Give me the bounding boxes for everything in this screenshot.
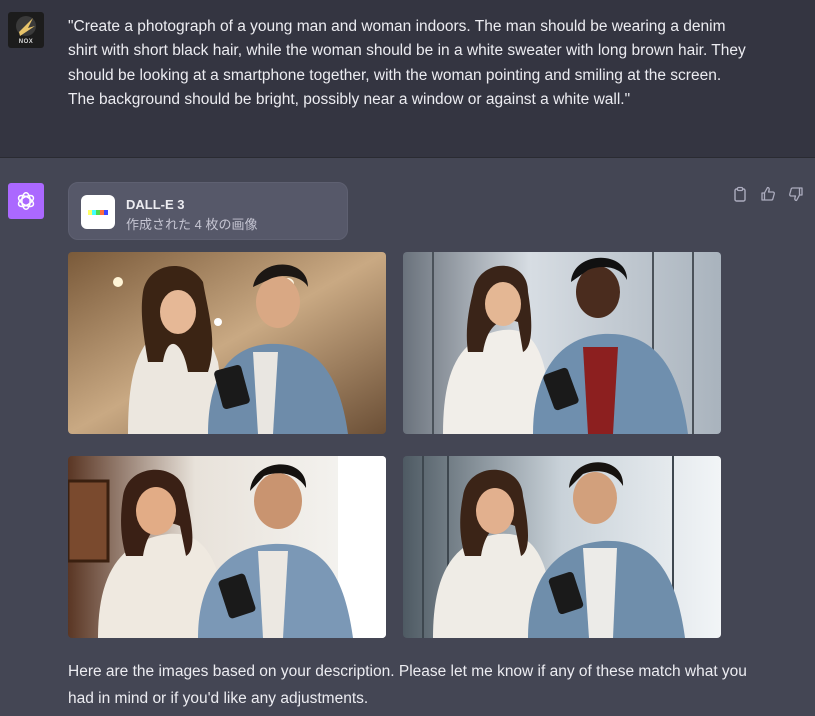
thumbs-up-icon[interactable] xyxy=(759,185,777,203)
user-avatar: NOX xyxy=(8,12,44,48)
dalle-logo-icon xyxy=(81,195,115,229)
assistant-avatar xyxy=(8,183,44,219)
message-actions xyxy=(731,185,805,203)
generated-image-4[interactable] xyxy=(403,456,721,638)
user-avatar-label: NOX xyxy=(18,39,34,45)
dalle-tool-card[interactable]: DALL-E 3 作成された 4 枚の画像 xyxy=(68,182,348,240)
user-message-text: "Create a photograph of a young man and … xyxy=(68,18,746,109)
generated-image-1[interactable] xyxy=(68,252,386,434)
tool-subtitle: 作成された 4 枚の画像 xyxy=(126,217,258,232)
assistant-reply-text: Here are the images based on your descri… xyxy=(68,663,747,707)
clipboard-icon[interactable] xyxy=(731,185,749,203)
thumbs-down-icon[interactable] xyxy=(787,185,805,203)
user-message-row: NOX "Create a photograph of a young man … xyxy=(0,0,815,158)
generated-image-3[interactable] xyxy=(68,456,386,638)
logo-color-block xyxy=(104,209,108,215)
tool-name: DALL-E 3 xyxy=(126,197,185,212)
generated-image-2[interactable] xyxy=(403,252,721,434)
openai-logo-icon xyxy=(17,192,35,210)
